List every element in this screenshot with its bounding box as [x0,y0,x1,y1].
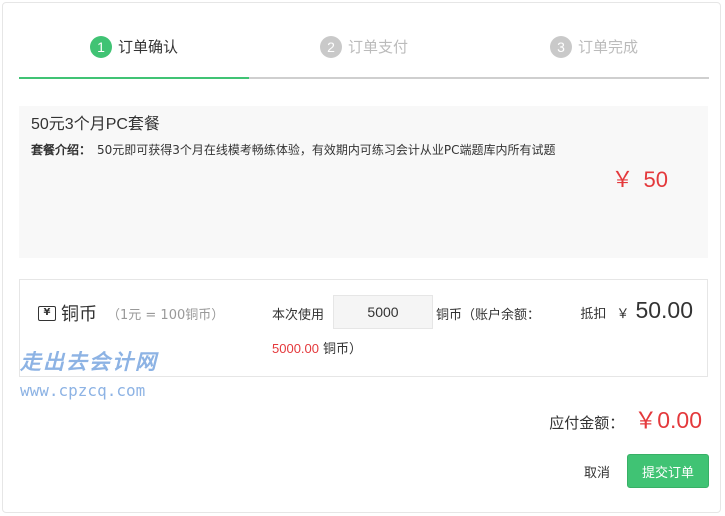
package-price: ￥ 50 [612,162,669,194]
cancel-button[interactable]: 取消 [573,455,621,487]
step-number: 3 [549,36,572,58]
order-steps: 1 订单确认 2 订单支付 3 订单完成 [19,31,709,79]
package-intro-label: 套餐介绍： [31,143,92,157]
watermark-text: 走出去会计网 [20,349,158,374]
use-coins-input[interactable] [333,295,433,329]
yen-box-icon: ¥ [38,305,56,321]
payable-value: ￥0.00 [634,407,702,433]
order-dialog: 1 订单确认 2 订单支付 3 订单完成 50元3个月PC套餐 套餐介绍： 50元… [2,2,721,513]
package-price-value: 50 [643,167,668,192]
deduct-value: 50.00 [635,297,693,323]
step-label: 订单确认 [117,38,178,56]
step-number: 2 [319,36,342,58]
coin-balance-value: 5000.00 [272,341,319,356]
package-info: 50元3个月PC套餐 套餐介绍： 50元即可获得3个月在线模考畅练体验，有效期内可… [19,106,708,258]
payable-amount: 应付金额： ￥0.00 [549,401,702,435]
package-intro: 套餐介绍： 50元即可获得3个月在线模考畅练体验，有效期内可练习会计从业PC端题库… [31,141,556,158]
coin-name: 铜币 [61,304,97,325]
payable-label: 应付金额： [549,414,625,432]
step-complete: 3 订单完成 [479,31,709,79]
step-pay: 2 订单支付 [249,31,479,79]
use-coins-label: 本次使用 [272,308,325,323]
step-label: 订单支付 [347,38,408,56]
coin-header: ¥ 铜币 （1元 = 100铜币） [38,300,224,326]
watermark-url: www.cpzcq.com [20,381,146,400]
coin-balance-unit: 铜币） [323,342,363,357]
package-title: 50元3个月PC套餐 [31,116,160,133]
currency-symbol: ￥ [611,167,634,192]
coin-rate: （1元 = 100铜币） [107,307,225,323]
step-number: 1 [89,36,112,58]
package-intro-text: 50元即可获得3个月在线模考畅练体验，有效期内可练习会计从业PC端题库内所有试题 [97,143,556,157]
deduct-amount: 抵扣 ￥ 50.00 [580,297,693,324]
use-coins-unit: 铜币（账户余额： [436,308,541,323]
currency-symbol: ￥ [616,307,630,322]
step-confirm: 1 订单确认 [19,31,249,79]
coin-balance: 5000.00 铜币） [272,338,362,357]
step-label: 订单完成 [577,38,638,56]
deduct-label: 抵扣 [580,307,607,322]
submit-order-button[interactable]: 提交订单 [627,454,709,488]
